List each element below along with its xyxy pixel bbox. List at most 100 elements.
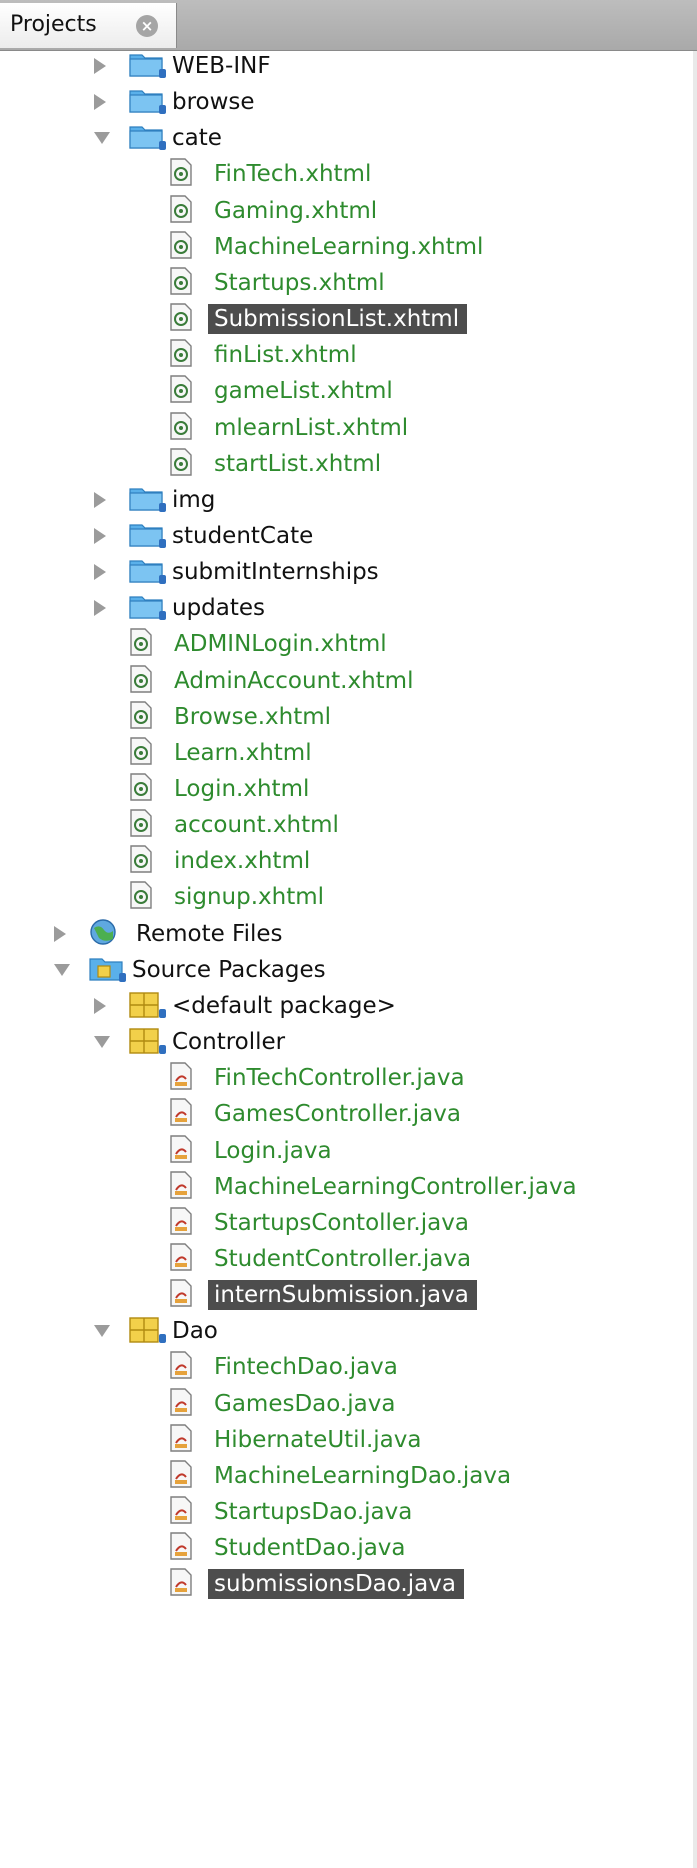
tree-row[interactable]: mlearnList.xhtml <box>0 407 697 448</box>
xhtml-file-icon <box>128 844 154 878</box>
collapse-arrow-icon[interactable] <box>94 600 106 617</box>
collapse-arrow-icon[interactable] <box>94 527 106 544</box>
collapse-arrow-icon[interactable] <box>94 491 106 508</box>
java-file-icon <box>168 1531 194 1565</box>
collapse-arrow-icon[interactable] <box>94 564 106 581</box>
tree-row[interactable]: internSubmission.java <box>0 1274 697 1315</box>
tree-item-label: MachineLearningController.java <box>214 1173 577 1200</box>
java-file-icon <box>168 1134 194 1168</box>
tree-row[interactable]: Login.xhtml <box>0 768 697 809</box>
tree-item-label: index.xhtml <box>174 848 311 875</box>
tree-row[interactable]: Remote Files <box>0 913 697 954</box>
xhtml-file-icon <box>168 302 194 336</box>
tree-row[interactable]: index.xhtml <box>0 840 697 881</box>
xhtml-file-icon <box>168 411 194 445</box>
tree-row[interactable]: MachineLearningDao.java <box>0 1455 697 1496</box>
java-file-icon <box>168 1423 194 1457</box>
tree-item-label: cate <box>172 125 222 152</box>
tree-row[interactable]: Controller <box>0 1021 697 1062</box>
java-file-icon <box>168 1061 194 1095</box>
tree-row[interactable]: AdminAccount.xhtml <box>0 660 697 701</box>
tree-row[interactable]: updates <box>0 587 697 628</box>
tree-row[interactable]: StudentController.java <box>0 1238 697 1279</box>
tree-row[interactable]: SubmissionList.xhtml <box>0 298 697 339</box>
collapse-arrow-icon[interactable] <box>94 997 106 1014</box>
tree-item-label: Dao <box>172 1318 218 1345</box>
tree-row[interactable]: browse <box>0 81 697 122</box>
tab-projects[interactable]: Projects × <box>0 3 177 48</box>
tree-row[interactable]: Startups.xhtml <box>0 262 697 303</box>
close-icon[interactable]: × <box>136 15 158 37</box>
tree-row[interactable]: Learn.xhtml <box>0 732 697 773</box>
tree-row[interactable]: GamesDao.java <box>0 1383 697 1424</box>
tree-item-label: Login.xhtml <box>174 776 310 802</box>
tree-item-label: MachineLearningDao.java <box>214 1462 512 1489</box>
tree-row[interactable]: HibernateUtil.java <box>0 1419 697 1460</box>
tree-item-label: SubmissionList.xhtml <box>208 304 468 335</box>
xhtml-file-icon <box>168 374 194 408</box>
tree-row[interactable]: cate <box>0 117 697 158</box>
folder-icon <box>128 483 168 517</box>
package-icon <box>128 1025 168 1059</box>
tree-item-label: GamesController.java <box>214 1101 461 1128</box>
tree-row[interactable]: account.xhtml <box>0 804 697 845</box>
tree-row[interactable]: FintechDao.java <box>0 1346 697 1387</box>
folder-icon <box>128 519 168 553</box>
tree-row[interactable]: <default package> <box>0 985 697 1026</box>
expand-arrow-icon[interactable] <box>54 963 70 976</box>
xhtml-file-icon <box>128 627 154 661</box>
xhtml-file-icon <box>168 447 194 481</box>
xhtml-file-icon <box>128 808 154 842</box>
tree-row[interactable]: StartupsContoller.java <box>0 1202 697 1243</box>
tree-row[interactable]: FinTech.xhtml <box>0 153 697 194</box>
tree-row[interactable]: finList.xhtml <box>0 334 697 375</box>
expand-arrow-icon[interactable] <box>94 132 110 145</box>
tab-bar: Projects × <box>0 0 697 51</box>
tree-row[interactable]: submissionsDao.java <box>0 1563 697 1604</box>
collapse-arrow-icon[interactable] <box>94 94 106 111</box>
java-file-icon <box>168 1567 194 1601</box>
java-file-icon <box>168 1350 194 1384</box>
java-file-icon <box>168 1495 194 1529</box>
tree-row[interactable]: FinTechController.java <box>0 1057 697 1098</box>
collapse-arrow-icon[interactable] <box>94 58 106 74</box>
tree-row[interactable]: gameList.xhtml <box>0 370 697 411</box>
tree-item-label: mlearnList.xhtml <box>214 414 409 441</box>
source-packages-icon <box>88 953 128 987</box>
tree-row[interactable]: Login.java <box>0 1130 697 1171</box>
package-icon <box>128 1314 168 1348</box>
collapse-arrow-icon[interactable] <box>54 925 66 942</box>
expand-arrow-icon[interactable] <box>94 1325 110 1338</box>
tree-item-label: finList.xhtml <box>214 342 357 369</box>
tree-row[interactable]: MachineLearning.xhtml <box>0 226 697 267</box>
tree-row[interactable]: img <box>0 479 697 520</box>
tree-row[interactable]: signup.xhtml <box>0 876 697 917</box>
tree-row[interactable]: Browse.xhtml <box>0 696 697 737</box>
tree-row[interactable]: WEB-INF <box>0 45 697 86</box>
tree-item-label: WEB-INF <box>172 53 271 79</box>
tree-row[interactable]: startList.xhtml <box>0 443 697 484</box>
package-icon <box>128 989 168 1023</box>
tree-row[interactable]: submitInternships <box>0 551 697 592</box>
tree-item-label: submissionsDao.java <box>208 1569 464 1600</box>
tree-row[interactable]: ADMINLogin.xhtml <box>0 623 697 664</box>
tree-row[interactable]: GamesController.java <box>0 1093 697 1134</box>
tree-item-label: Startups.xhtml <box>214 269 385 296</box>
tree-item-label: ADMINLogin.xhtml <box>174 631 387 658</box>
tree-row[interactable]: Source Packages <box>0 949 697 990</box>
tree-item-label: StudentDao.java <box>214 1535 406 1562</box>
tree-item-label: Learn.xhtml <box>174 739 312 766</box>
tree-item-label: FinTech.xhtml <box>214 161 372 188</box>
xhtml-file-icon <box>128 772 154 806</box>
tree-item-label: browse <box>172 89 255 116</box>
tree-row[interactable]: MachineLearningController.java <box>0 1166 697 1207</box>
tree-row[interactable]: Gaming.xhtml <box>0 190 697 231</box>
tab-projects-label: Projects <box>10 12 97 37</box>
tree-row[interactable]: StudentDao.java <box>0 1527 697 1568</box>
tree-row[interactable]: StartupsDao.java <box>0 1491 697 1532</box>
expand-arrow-icon[interactable] <box>94 1036 110 1049</box>
tree-item-label: Browse.xhtml <box>174 703 332 730</box>
scrollbar[interactable] <box>693 51 697 1868</box>
tree-row[interactable]: Dao <box>0 1310 697 1351</box>
tree-row[interactable]: studentCate <box>0 515 697 556</box>
